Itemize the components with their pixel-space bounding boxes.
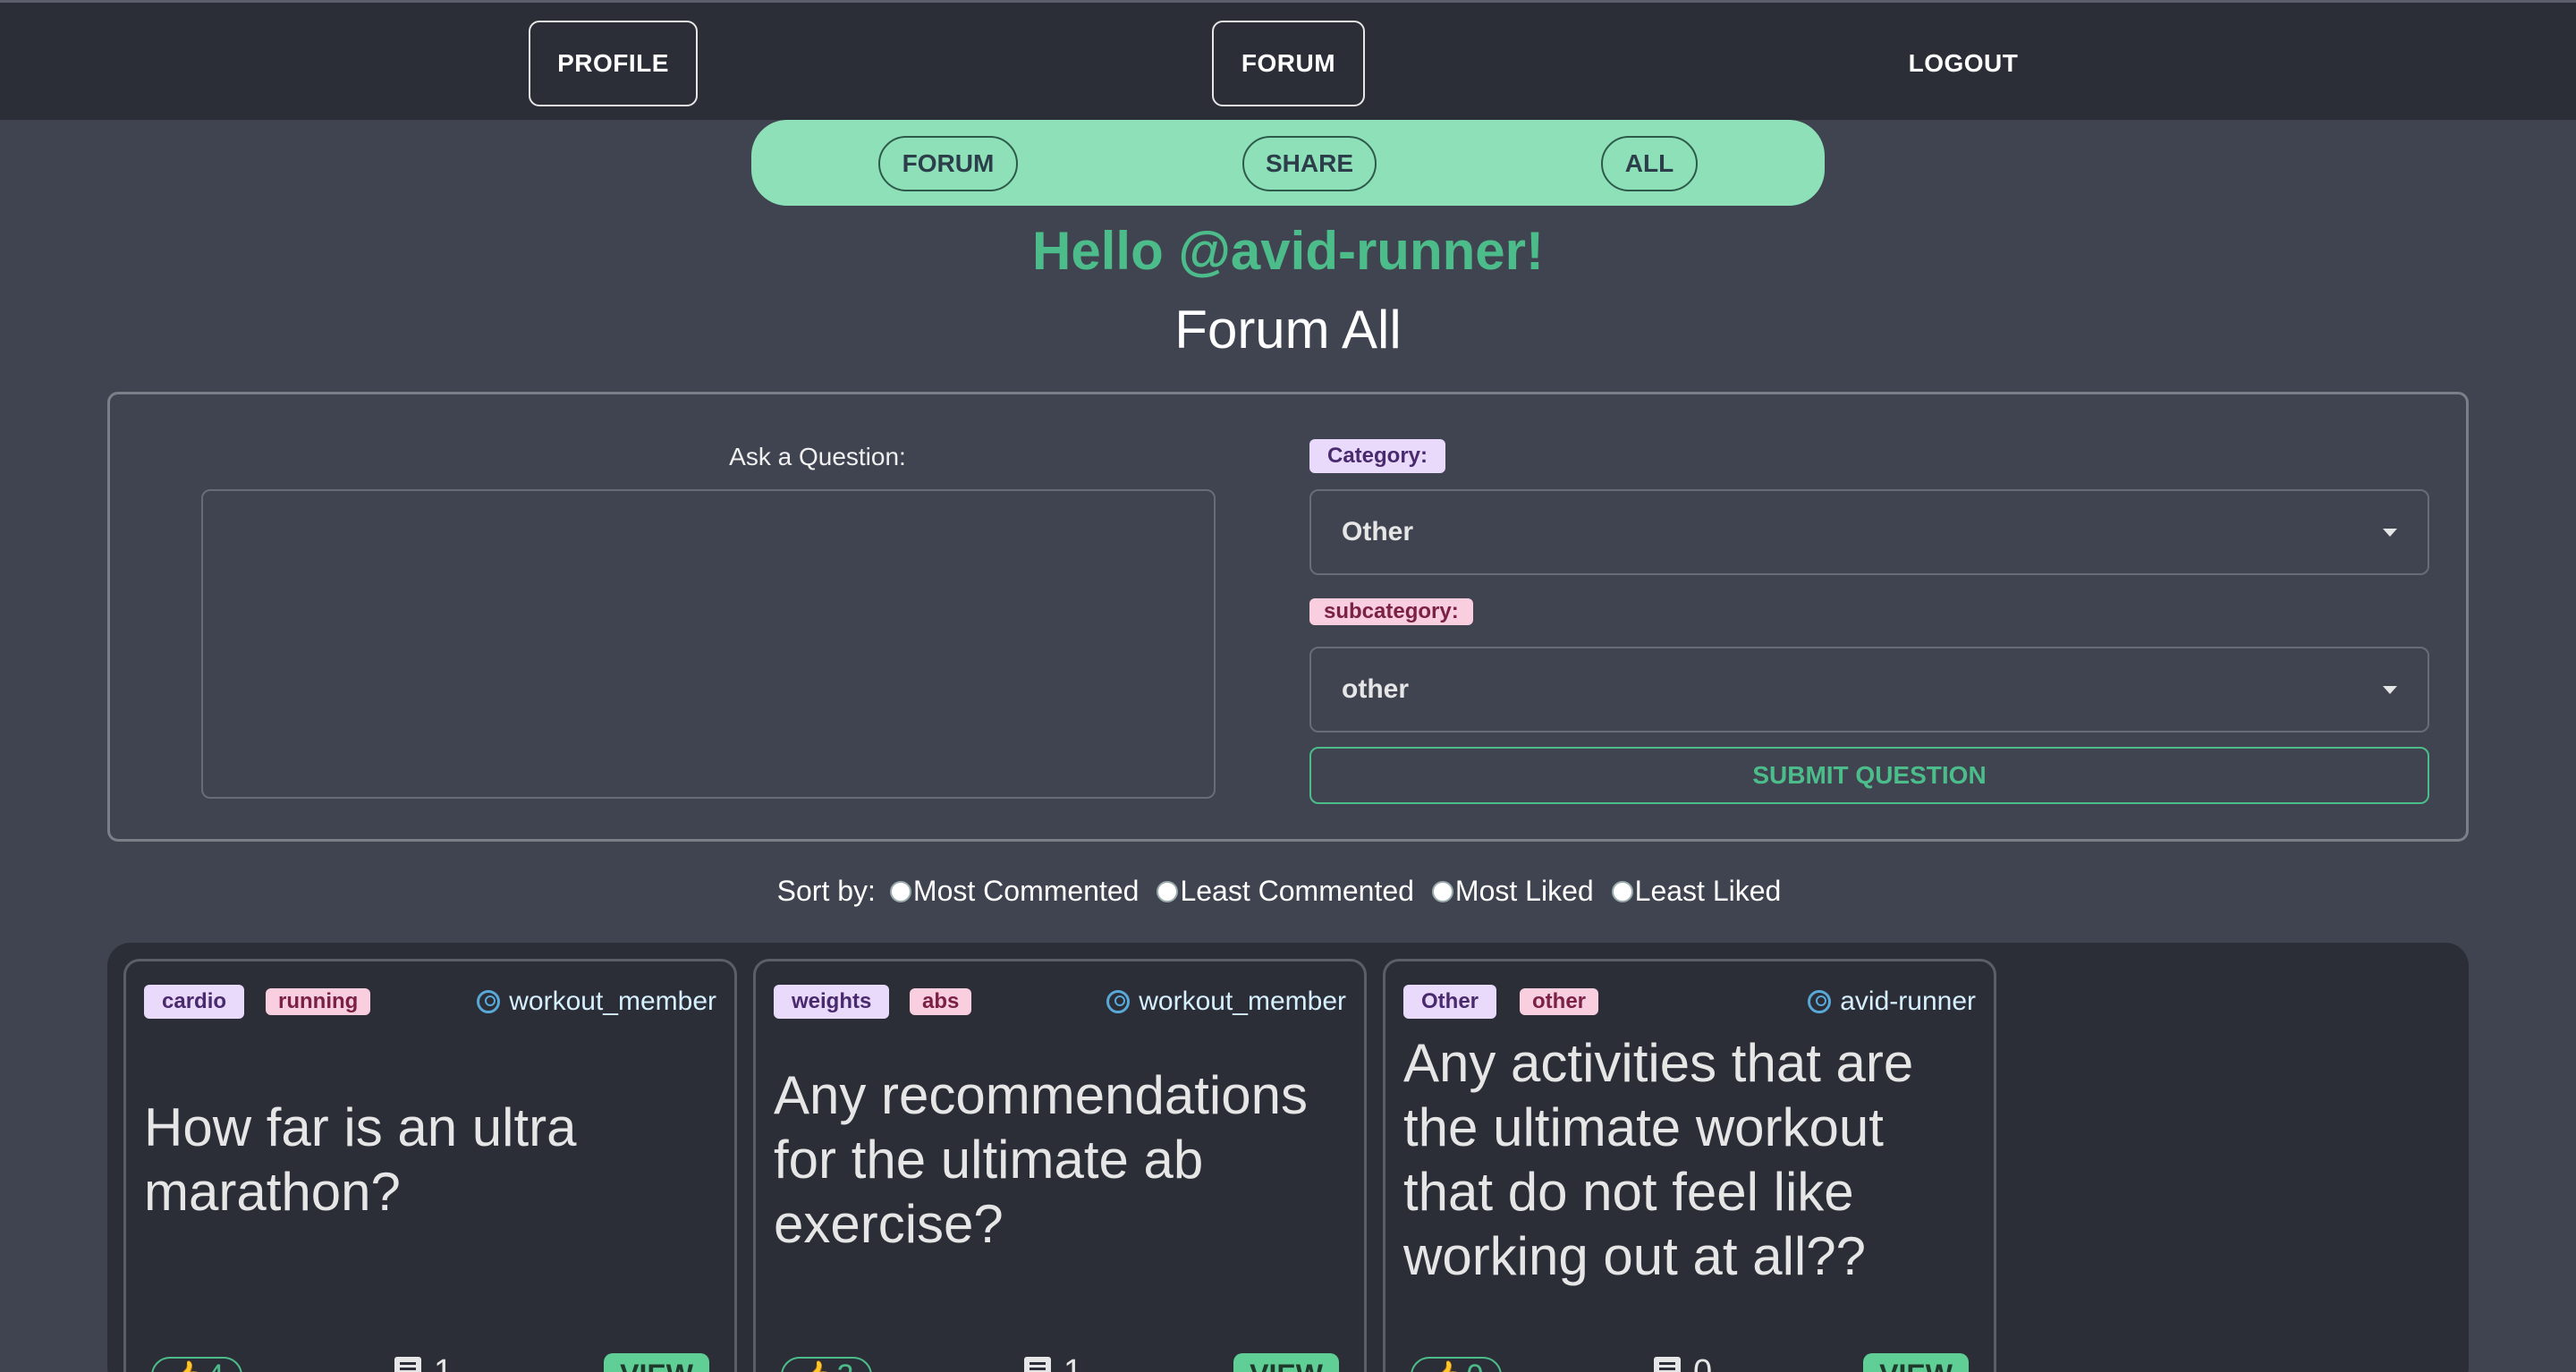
post-subcategory-tag: other [1520,988,1598,1015]
logout-button[interactable]: LOGOUT [1887,21,2039,106]
user-icon [477,990,501,1013]
greeting: Hello @avid-runner! [1032,221,1544,281]
post-author-name: workout_member [1139,987,1346,1016]
subcategory-select-value: other [1342,674,1409,704]
post-subcategory-tag: running [266,988,371,1015]
radio-button[interactable] [1431,880,1453,902]
like-button[interactable]: 👍 4 [151,1357,242,1372]
comment-icon [1654,1356,1681,1372]
sort-least-liked[interactable]: Least Liked [1611,875,1782,908]
post-category-tag: Other [1403,985,1497,1019]
sort-label: Sort by: [776,875,876,907]
post-card: cardio running workout_member How far is… [123,959,737,1372]
comment-count-value: 0 [1693,1353,1713,1372]
sort-bar: Sort by: Most Commented Least Commented … [0,875,2576,908]
caret-down-icon [2383,529,2397,537]
radio-button[interactable] [889,880,911,902]
like-count: 0 [1466,1359,1483,1372]
view-post-button[interactable]: VIEW [604,1353,709,1372]
question-textarea[interactable] [201,489,1216,799]
radio-button[interactable] [1611,880,1633,902]
category-select-value: Other [1342,517,1414,546]
thumbs-up-icon: 👍 [1429,1359,1465,1372]
post-category-tag: cardio [144,985,245,1019]
like-button[interactable]: 👍 2 [781,1357,872,1372]
post-author[interactable]: workout_member [477,985,716,1019]
comment-icon [1024,1356,1051,1372]
like-button[interactable]: 👍 0 [1411,1357,1502,1372]
post-category-tag: weights [774,985,890,1019]
ask-question-panel: Ask a Question: Category: Other subcateg… [107,392,2469,842]
post-footer: 👍 4 1 VIEW [126,1350,734,1372]
post-author[interactable]: workout_member [1106,985,1346,1019]
subnav-share-button[interactable]: SHARE [1242,136,1377,191]
sort-most-commented[interactable]: Most Commented [889,875,1140,908]
post-footer: 👍 0 0 VIEW [1385,1350,1994,1372]
comment-count-value: 1 [1063,1353,1083,1372]
post-footer: 👍 2 1 VIEW [756,1350,1364,1372]
post-question: How far is an ultra marathon? [144,1097,577,1222]
submit-question-button[interactable]: SUBMIT QUESTION [1309,747,2429,804]
like-count: 2 [836,1359,853,1372]
post-question: Any recommendations for the ultimate ab … [774,1065,1308,1254]
like-count: 4 [207,1359,224,1372]
sort-option-label: Least Liked [1634,875,1782,907]
comment-count-value: 1 [434,1353,453,1372]
view-post-button[interactable]: VIEW [1863,1353,1969,1372]
posts-grid: cardio running workout_member How far is… [107,943,2469,1372]
post-author[interactable]: avid-runner [1808,985,1976,1019]
subnav-all-button[interactable]: ALL [1601,136,1698,191]
comment-count: 0 [1654,1353,1712,1372]
forum-button[interactable]: FORUM [1212,21,1365,106]
view-post-button[interactable]: VIEW [1233,1353,1339,1372]
user-icon [1808,990,1832,1013]
post-question: Any activities that are the ultimate wor… [1403,1033,1914,1286]
subnav-forum-button[interactable]: FORUM [878,136,1018,191]
page-title: Forum All [1174,300,1402,360]
sort-most-liked[interactable]: Most Liked [1431,875,1594,908]
subcategory-label: subcategory: [1309,598,1473,625]
ask-question-label: Ask a Question: [729,443,906,470]
comment-count: 1 [394,1353,453,1372]
top-navbar: PROFILE FORUM LOGOUT [0,0,2576,120]
post-card: Other other avid-runner Any activities t… [1383,959,1996,1372]
caret-down-icon [2383,686,2397,694]
post-subcategory-tag: abs [910,988,972,1015]
thumbs-up-icon: 👍 [800,1359,835,1372]
radio-button[interactable] [1157,880,1179,902]
post-author-name: workout_member [509,987,716,1016]
category-label: Category: [1309,439,1446,473]
profile-button[interactable]: PROFILE [529,21,698,106]
subcategory-select[interactable]: other [1309,647,2429,733]
post-card: weights abs workout_member Any recommend… [753,959,1367,1372]
forum-subnav: FORUM SHARE ALL [751,120,1825,206]
user-icon [1106,990,1131,1013]
sort-option-label: Least Commented [1180,875,1414,907]
sort-option-label: Most Commented [912,875,1140,907]
thumbs-up-icon: 👍 [170,1359,206,1372]
comment-icon [394,1356,421,1372]
sort-least-commented[interactable]: Least Commented [1157,875,1414,908]
post-author-name: avid-runner [1840,987,1976,1016]
comment-count: 1 [1024,1353,1082,1372]
category-select[interactable]: Other [1309,489,2429,575]
sort-option-label: Most Liked [1454,875,1594,907]
